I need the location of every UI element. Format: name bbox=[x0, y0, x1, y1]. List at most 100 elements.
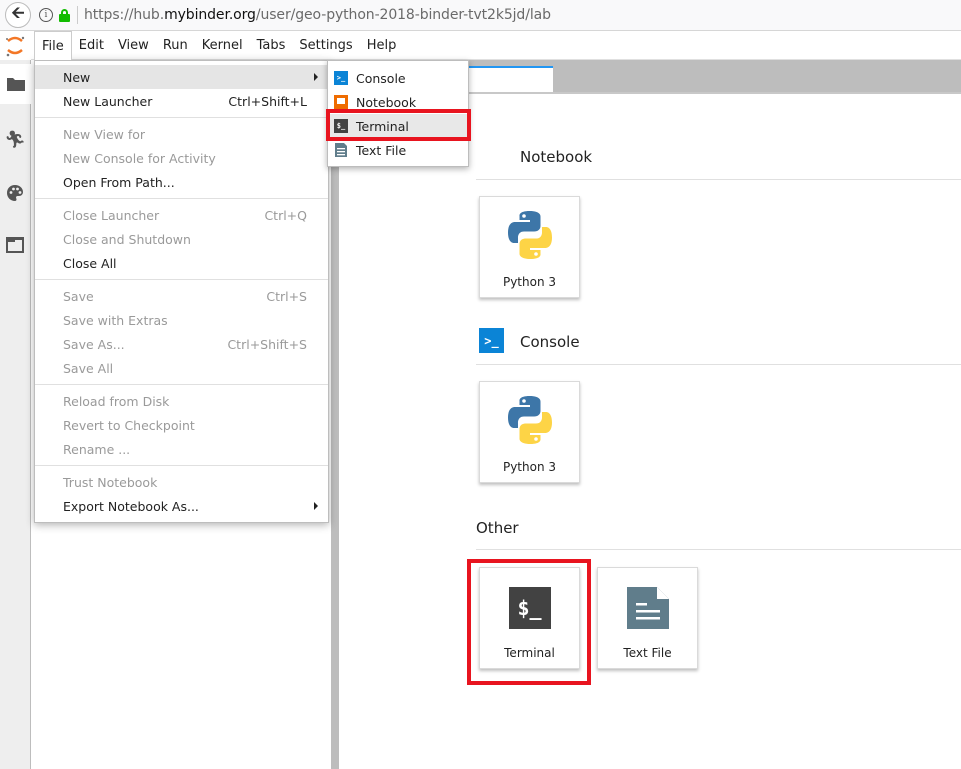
menu-item-label: Open From Path... bbox=[63, 174, 175, 190]
text-file-icon bbox=[335, 143, 347, 157]
submenu-arrow-icon bbox=[314, 502, 318, 510]
menu-item-shortcut: Ctrl+S bbox=[266, 288, 307, 304]
folder-icon bbox=[6, 78, 25, 91]
menu-item-label: Close Launcher bbox=[63, 207, 160, 223]
jupyter-logo bbox=[0, 32, 31, 60]
menubar: File Edit View Run Kernel Tabs Settings … bbox=[31, 31, 961, 60]
menu-item-label: Revert to Checkpoint bbox=[63, 417, 195, 433]
menu-edit[interactable]: Edit bbox=[72, 32, 111, 60]
menu-item-trust-notebook: Trust Notebook bbox=[35, 470, 328, 494]
console-icon: >_ bbox=[334, 71, 348, 85]
menu-item-label: Save bbox=[63, 288, 94, 304]
card-label: Python 3 bbox=[502, 460, 557, 474]
section-title-notebook: Notebook bbox=[520, 148, 593, 166]
menu-item-label: New Launcher bbox=[63, 93, 153, 109]
menu-item-open-from-path[interactable]: Open From Path... bbox=[35, 170, 328, 194]
sidebar-tab-commands[interactable] bbox=[0, 173, 30, 213]
python-logo-icon bbox=[507, 211, 552, 259]
url-path: /user/geo-python-2018-binder-tvt2k5jd/la… bbox=[255, 7, 551, 23]
section-divider-notebook bbox=[476, 179, 961, 180]
menu-separator bbox=[35, 279, 328, 280]
menu-item-label: Save All bbox=[63, 360, 114, 376]
menu-file[interactable]: File bbox=[34, 31, 72, 60]
menu-separator bbox=[35, 117, 328, 118]
submenu-item-label: Console bbox=[356, 70, 406, 86]
running-icon: 🏃︎ bbox=[4, 130, 26, 150]
menu-item-shortcut: Ctrl+Q bbox=[264, 207, 307, 223]
terminal-icon: $_ bbox=[508, 587, 551, 629]
menu-item-close-and-shutdown: Close and Shutdown bbox=[35, 227, 328, 251]
menu-item-label: Reload from Disk bbox=[63, 393, 170, 409]
menu-item-close-all[interactable]: Close All bbox=[35, 251, 328, 275]
notebook-icon bbox=[334, 95, 348, 109]
menu-item-label: New bbox=[63, 69, 91, 85]
tabs-icon bbox=[6, 237, 24, 253]
launcher-card-notebook-python3[interactable]: Python 3 bbox=[479, 196, 580, 298]
menu-kernel[interactable]: Kernel bbox=[195, 32, 250, 60]
submenu-item-notebook[interactable]: Notebook bbox=[328, 90, 468, 114]
menu-item-shortcut: Ctrl+Shift+L bbox=[228, 93, 307, 109]
file-menu: New New Launcher Ctrl+Shift+L New View f… bbox=[34, 60, 329, 523]
menu-run[interactable]: Run bbox=[156, 32, 195, 60]
menu-item-label: New Console for Activity bbox=[63, 150, 216, 166]
menu-item-new-launcher[interactable]: New Launcher Ctrl+Shift+L bbox=[35, 89, 328, 113]
sidebar-tab-running[interactable]: 🏃︎ bbox=[0, 120, 30, 160]
url-prefix: https://hub. bbox=[84, 7, 165, 23]
arrow-left-icon: 🡨 bbox=[11, 2, 25, 22]
menu-settings[interactable]: Settings bbox=[292, 32, 359, 60]
url-host: mybinder.org bbox=[164, 7, 256, 23]
jupyter-logo-icon bbox=[6, 36, 25, 57]
sidebar-tab-files[interactable] bbox=[0, 64, 31, 104]
menu-item-reload-from-disk: Reload from Disk bbox=[35, 389, 328, 413]
section-divider-other bbox=[476, 549, 961, 550]
menu-item-shortcut: Ctrl+Shift+S bbox=[227, 336, 307, 352]
launcher-card-console-python3[interactable]: Python 3 bbox=[479, 381, 580, 483]
menu-item-save-all: Save All bbox=[35, 356, 328, 380]
menu-item-export-notebook-as[interactable]: Export Notebook As... bbox=[35, 494, 328, 518]
menu-tabs[interactable]: Tabs bbox=[250, 32, 293, 60]
left-sidebar: 🏃︎ bbox=[0, 32, 31, 769]
section-title-other: Other bbox=[476, 519, 519, 537]
card-label: Text File bbox=[623, 646, 672, 660]
lock-icon bbox=[59, 8, 70, 22]
menu-item-new[interactable]: New bbox=[35, 65, 328, 89]
menu-item-save-with-extras: Save with Extras bbox=[35, 308, 328, 332]
menu-item-label: Export Notebook As... bbox=[63, 498, 199, 514]
submenu-item-console[interactable]: >_ Console bbox=[328, 66, 468, 90]
python-logo-icon bbox=[507, 396, 552, 444]
menu-help[interactable]: Help bbox=[360, 32, 404, 60]
terminal-icon: $_ bbox=[334, 119, 348, 133]
submenu-item-terminal[interactable]: $_ Terminal bbox=[328, 114, 468, 138]
section-title-console: Console bbox=[520, 333, 580, 351]
menu-view[interactable]: View bbox=[111, 32, 156, 60]
menu-item-new-view-for: New View for bbox=[35, 122, 328, 146]
launcher-card-text-file[interactable]: Text File bbox=[597, 567, 698, 669]
launcher-card-terminal[interactable]: $_ Terminal bbox=[479, 567, 580, 669]
sidebar-tab-open-tabs[interactable] bbox=[0, 225, 30, 265]
card-label: Python 3 bbox=[502, 275, 557, 289]
menu-item-label: Rename ... bbox=[63, 441, 131, 457]
back-button[interactable]: 🡨 bbox=[5, 2, 31, 28]
console-section-icon: >_ bbox=[479, 328, 504, 353]
submenu-item-label: Terminal bbox=[356, 118, 409, 134]
menu-item-rename: Rename ... bbox=[35, 437, 328, 461]
info-icon[interactable]: i bbox=[39, 8, 53, 22]
url-separator bbox=[77, 6, 78, 24]
menu-separator bbox=[35, 384, 328, 385]
menu-item-label: Close and Shutdown bbox=[63, 231, 191, 247]
menu-item-revert-to-checkpoint: Revert to Checkpoint bbox=[35, 413, 328, 437]
menu-item-close-launcher: Close Launcher Ctrl+Q bbox=[35, 203, 328, 227]
menu-item-label: Close All bbox=[63, 255, 117, 271]
section-divider-console bbox=[476, 364, 961, 365]
palette-icon bbox=[7, 185, 23, 201]
menu-item-save: Save Ctrl+S bbox=[35, 284, 328, 308]
text-file-icon bbox=[626, 587, 669, 629]
menu-item-label: Save As... bbox=[63, 336, 125, 352]
menu-item-save-as: Save As... Ctrl+Shift+S bbox=[35, 332, 328, 356]
url-field[interactable]: https://hub.mybinder.org/user/geo-python… bbox=[84, 7, 551, 23]
browser-toolbar: 🡨 i https://hub.mybinder.org/user/geo-py… bbox=[0, 0, 961, 31]
menu-item-new-console-for-activity: New Console for Activity bbox=[35, 146, 328, 170]
menu-separator bbox=[35, 465, 328, 466]
submenu-item-label: Text File bbox=[356, 142, 407, 158]
submenu-item-text-file[interactable]: Text File bbox=[328, 138, 468, 162]
